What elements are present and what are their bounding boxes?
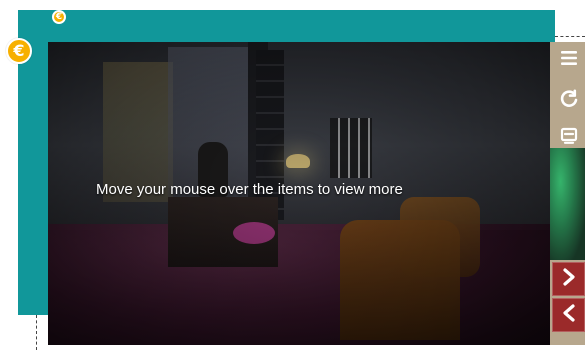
chevron-right-icon	[560, 267, 578, 292]
currency-badge-small: €	[52, 10, 66, 24]
refresh-button[interactable]	[553, 84, 585, 116]
currency-badge-large: €	[6, 38, 32, 64]
side-plant-image	[550, 148, 585, 260]
currency-badge-icon: €	[55, 11, 63, 22]
caption-icon	[559, 126, 579, 151]
menu-button[interactable]	[553, 44, 585, 76]
hamburger-menu-icon	[559, 49, 579, 72]
dashed-guide-top	[555, 36, 585, 37]
dashed-guide-left	[36, 315, 37, 350]
chevron-left-icon	[560, 303, 578, 328]
previous-button[interactable]	[552, 298, 585, 332]
next-button[interactable]	[552, 262, 585, 296]
currency-badge-icon: €	[13, 41, 25, 60]
instruction-text: Move your mouse over the items to view m…	[96, 181, 403, 198]
refresh-icon	[559, 88, 579, 113]
